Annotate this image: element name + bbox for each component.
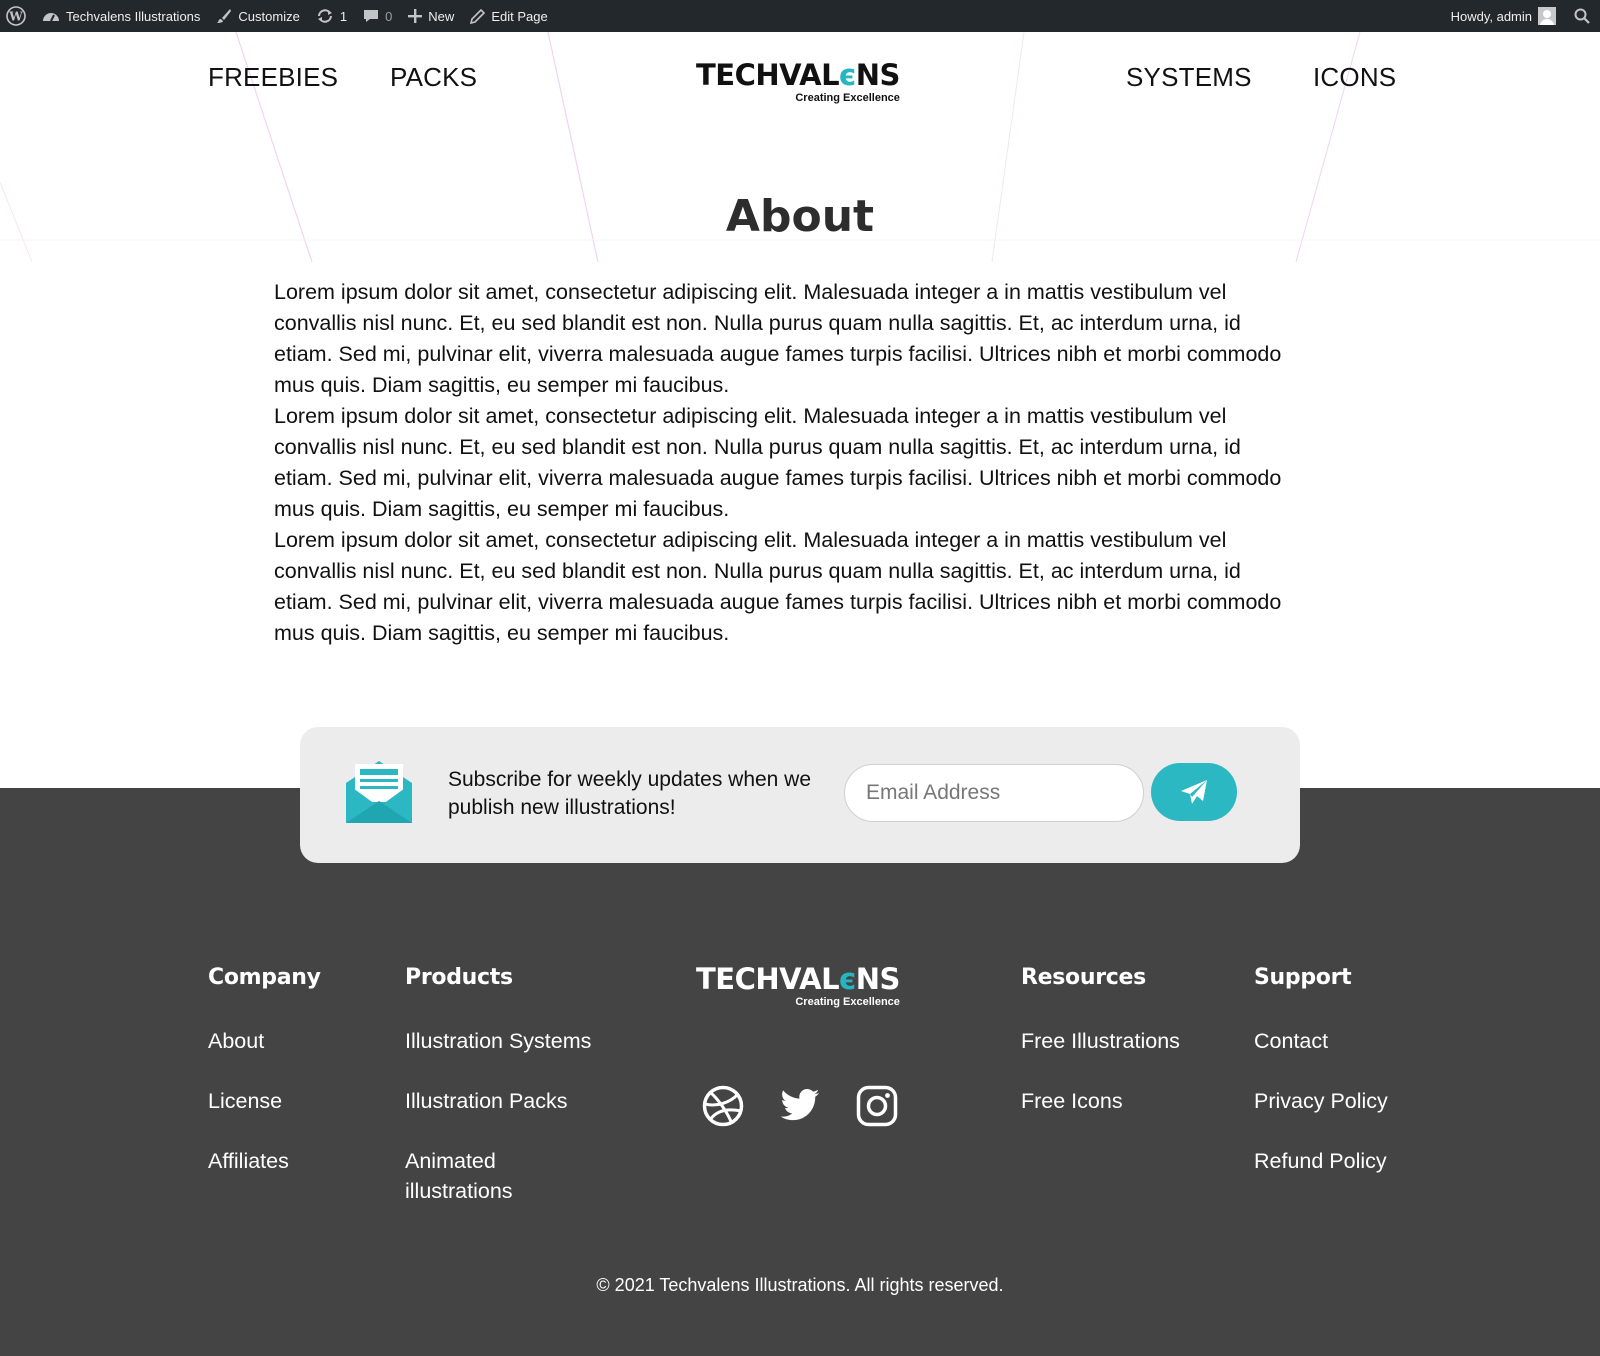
svg-text:W: W — [8, 10, 23, 24]
header-logo[interactable]: TECHVALєNS Creating Excellence — [696, 58, 900, 105]
subscribe-send-button[interactable] — [1151, 763, 1237, 821]
footer-logo-wordmark: TECHVALєNS — [696, 962, 900, 996]
footer-resources-title: Resources — [1021, 965, 1146, 990]
admin-updates[interactable]: 1 — [308, 0, 355, 32]
email-input[interactable] — [844, 764, 1144, 822]
admin-bar: W Techvalens Illustrations Customize 1 0… — [0, 0, 1600, 32]
newsletter-envelope-icon — [346, 761, 412, 823]
footer-company-title: Company — [208, 965, 321, 990]
nav-icons[interactable]: ICONS — [1313, 62, 1396, 93]
footer-logo[interactable]: TECHVALєNS Creating Excellence — [696, 962, 900, 1009]
footer-support-title: Support — [1254, 965, 1352, 990]
footer-link-privacy-policy[interactable]: Privacy Policy — [1254, 1086, 1388, 1116]
footer-link-free-icons[interactable]: Free Icons — [1021, 1086, 1123, 1116]
site-name-label: Techvalens Illustrations — [66, 8, 201, 24]
content-paragraph: Lorem ipsum dolor sit amet, consectetur … — [274, 280, 1282, 397]
footer-link-about[interactable]: About — [208, 1026, 264, 1056]
wordpress-logo-icon[interactable]: W — [0, 0, 34, 32]
nav-systems[interactable]: SYSTEMS — [1126, 62, 1252, 93]
footer-link-free-illustrations[interactable]: Free Illustrations — [1021, 1026, 1180, 1056]
dashboard-icon — [43, 13, 59, 22]
content-paragraph: Lorem ipsum dolor sit amet, consectetur … — [274, 404, 1282, 521]
admin-site-name[interactable]: Techvalens Illustrations — [34, 0, 208, 32]
footer-logo-tagline: Creating Excellence — [795, 996, 900, 1008]
page-content: Lorem ipsum dolor sit amet, consectetur … — [274, 277, 1304, 649]
site-footer — [0, 788, 1600, 1356]
updates-icon — [317, 9, 332, 23]
content-paragraph: Lorem ipsum dolor sit amet, consectetur … — [274, 528, 1282, 645]
footer-link-illustration-packs[interactable]: Illustration Packs — [405, 1086, 568, 1116]
admin-comments[interactable]: 0 — [355, 0, 400, 32]
footer-link-animated-illustrations[interactable]: Animated illustrations — [405, 1146, 565, 1206]
customize-label: Customize — [238, 8, 300, 24]
logo-wordmark: TECHVALєNS — [696, 58, 900, 92]
pencil-icon — [470, 8, 486, 24]
footer-link-contact[interactable]: Contact — [1254, 1026, 1328, 1056]
edit-page-label: Edit Page — [491, 8, 548, 24]
subscribe-box: Subscribe for weekly updates when we pub… — [300, 727, 1300, 863]
footer-link-illustration-systems[interactable]: Illustration Systems — [405, 1026, 591, 1056]
footer-link-license[interactable]: License — [208, 1086, 282, 1116]
nav-packs[interactable]: PACKS — [390, 62, 477, 93]
admin-search[interactable] — [1566, 0, 1600, 32]
instagram-icon[interactable] — [856, 1085, 898, 1127]
admin-new[interactable]: New — [400, 0, 462, 32]
copyright-text: © 2021 Techvalens Illustrations. All rig… — [596, 1275, 1004, 1295]
dribbble-icon[interactable] — [702, 1085, 744, 1127]
footer-link-affiliates[interactable]: Affiliates — [208, 1146, 289, 1176]
howdy-label: Howdy, admin — [1450, 8, 1532, 24]
new-label: New — [428, 8, 455, 24]
footer-products-title: Products — [405, 965, 513, 990]
comment-icon — [364, 10, 379, 22]
comments-count: 0 — [385, 8, 393, 24]
plus-icon — [408, 9, 423, 23]
search-icon — [1574, 8, 1590, 24]
admin-account[interactable]: Howdy, admin — [1443, 0, 1566, 32]
twitter-icon[interactable] — [779, 1085, 821, 1127]
brush-icon — [217, 9, 232, 23]
admin-customize[interactable]: Customize — [208, 0, 307, 32]
avatar — [1538, 7, 1556, 25]
updates-count: 1 — [339, 8, 348, 24]
logo-tagline: Creating Excellence — [795, 92, 900, 104]
page-title: About — [725, 191, 875, 242]
footer-link-refund-policy[interactable]: Refund Policy — [1254, 1146, 1387, 1176]
send-icon — [1181, 780, 1207, 804]
nav-freebies[interactable]: FREEBIES — [208, 62, 338, 93]
admin-edit-page[interactable]: Edit Page — [462, 0, 555, 32]
subscribe-text: Subscribe for weekly updates when we pub… — [448, 768, 812, 819]
